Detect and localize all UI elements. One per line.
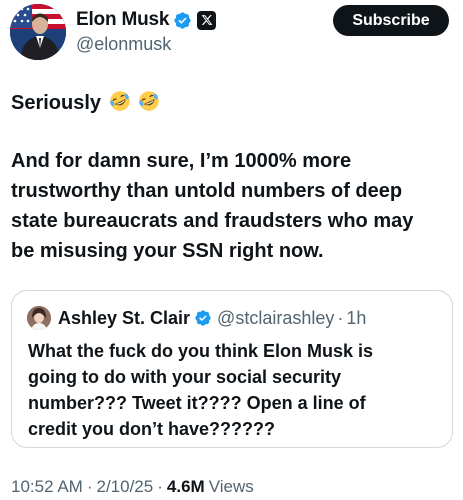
meta-separator: · [86,477,93,496]
subscribe-button[interactable]: Subscribe [333,5,449,36]
author-avatar[interactable] [10,4,66,60]
author-name-row: Elon Musk [76,8,217,32]
meta-separator: · [157,477,163,496]
verified-badge-icon [174,11,191,29]
tweet-header: Elon Musk @elonmusk Subscribe [10,4,453,60]
quoted-separator: · [337,307,344,328]
rofl-emoji-icon [109,91,130,111]
quoted-header: Ashley St. Clair @stclairashley · 1h [58,305,366,331]
tweet-body-line: And for damn sure, I’m 1000% more [11,150,352,172]
tweet-time[interactable]: 10:52 AM [11,477,83,497]
quoted-author-avatar[interactable] [27,306,51,330]
verified-badge-icon [195,310,211,326]
tweet-body-line: trustworthy than untold numbers of deep [11,180,403,202]
tweet-first-line-text: Seriously [11,92,102,114]
tweet-first-line: Seriously [11,90,451,116]
views-label: Views [208,477,254,496]
tweet-date[interactable]: 2/10/25 [97,477,154,497]
author-display-name[interactable]: Elon Musk [76,9,169,31]
tweet-body-line: state bureaucrats and fraudsters who may [11,210,414,232]
views-count: 4.6M [166,477,205,496]
quoted-body-line: What the fuck do you think Elon Musk is [28,341,374,361]
author-handle[interactable]: @elonmusk [76,34,171,55]
tweet-meta: 10:52 AM · 2/10/25 · 4.6M Views [11,477,254,497]
rofl-emoji-icon [139,91,159,111]
tweet-body-line: be misusing your SSN right now. [11,240,324,262]
quoted-body-line: going to do with your social security [28,367,342,387]
quoted-tweet-card[interactable]: Ashley St. Clair @stclairashley · 1h Wha… [11,290,453,448]
quoted-handle[interactable]: @stclairashley [217,308,334,329]
avatar-image [10,4,66,60]
quoted-time[interactable]: 1h [346,308,366,329]
quoted-body-line: credit you don’t have?????? [28,419,275,439]
x-logo-icon [197,10,217,30]
quoted-avatar-image [27,306,51,330]
quoted-body-line: number??? Tweet it???? Open a line of [28,393,366,413]
quoted-display-name[interactable]: Ashley St. Clair [58,308,190,329]
